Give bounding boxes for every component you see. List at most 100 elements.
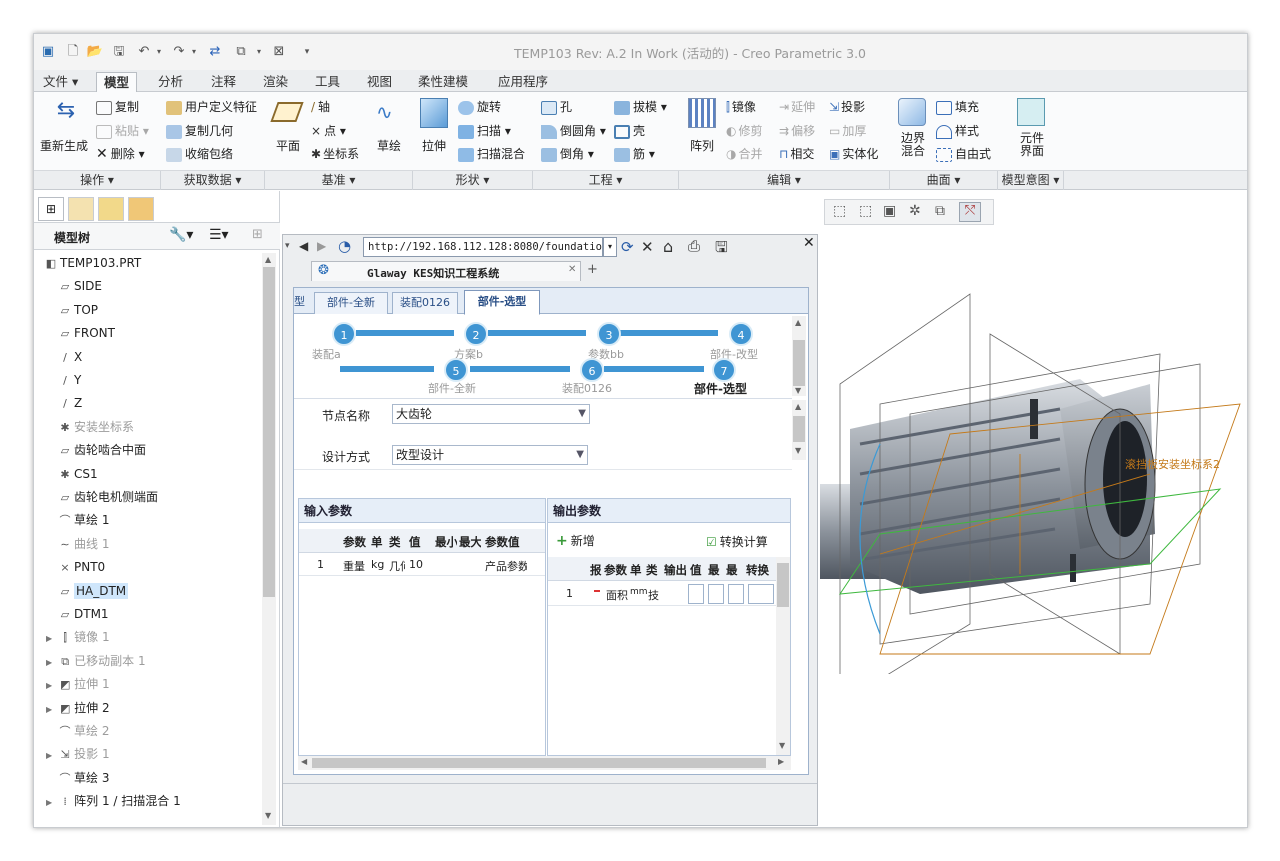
project-button[interactable]: ⇲ 投影 — [829, 98, 865, 115]
step-circle[interactable]: 5 — [444, 358, 468, 382]
model-tree-scrollbar[interactable]: ▲ ▼ — [262, 253, 276, 825]
tree-item[interactable]: ✱ CS1 — [56, 464, 97, 484]
scroll-up-icon[interactable]: ▲ — [265, 255, 271, 264]
tree-item[interactable]: ▶ ◩ 拉伸 2 — [46, 698, 110, 718]
redo-dropdown-icon[interactable]: ▾ — [185, 43, 203, 61]
shell-button[interactable]: 壳 — [614, 122, 645, 139]
history-icon[interactable]: ◔ — [338, 237, 351, 255]
stop-icon[interactable]: ✕ — [641, 238, 654, 256]
pattern-button[interactable]: 阵列 — [690, 137, 714, 154]
favorites-tab-icon[interactable] — [98, 197, 124, 221]
tree-item[interactable]: ∼ 曲线 1 — [56, 534, 109, 554]
folder-browser-tab-icon[interactable] — [68, 197, 94, 221]
page-tab-part-new[interactable]: 部件-全新 — [314, 292, 388, 314]
save-page-icon[interactable]: 🖫 — [715, 237, 728, 262]
copy-button[interactable]: 复制 — [96, 98, 139, 115]
expand-arrow-icon[interactable]: ▶ — [46, 634, 52, 643]
tree-item[interactable]: ◧ TEMP103.PRT — [42, 253, 141, 273]
extrude-button[interactable]: 拉伸 — [422, 137, 446, 154]
hscroll-right-icon[interactable]: ▶ — [778, 757, 784, 766]
tree-filter-icon[interactable]: ⊞ — [252, 227, 263, 242]
output-scroll-down-icon[interactable]: ▼ — [779, 741, 785, 750]
display-style-icon[interactable]: ⧉ — [935, 203, 945, 219]
design-mode-select[interactable]: 改型设计 ▼ — [392, 445, 588, 465]
browser-tab-close-icon[interactable]: ✕ — [568, 264, 576, 275]
form-scroll-thumb[interactable] — [793, 416, 805, 442]
freestyle-button[interactable]: 自由式 — [936, 145, 991, 162]
input-col-param-value[interactable]: 参数值 — [485, 534, 520, 550]
fill-button[interactable]: 填充 — [936, 98, 979, 115]
group-model-intent[interactable]: 模型意图 ▾ — [998, 171, 1064, 190]
scroll-down-icon[interactable]: ▼ — [265, 811, 271, 820]
rib-button[interactable]: 筋 ▾ — [614, 145, 655, 162]
regenerate-icon[interactable]: ⇄ — [206, 43, 224, 61]
tree-item[interactable]: ▱ TOP — [56, 300, 98, 320]
page-hscrollbar[interactable]: ◀ ▶ — [298, 756, 791, 770]
tree-item[interactable]: ⌒ 草绘 1 — [56, 510, 110, 530]
tree-item[interactable]: / X — [56, 347, 82, 367]
open-folder-icon[interactable]: 📂 — [86, 43, 104, 61]
output-scroll-thumb[interactable] — [777, 563, 789, 607]
tree-item[interactable]: ✱ 安装坐标系 — [56, 417, 134, 437]
extrude-icon[interactable] — [420, 98, 448, 128]
page-tab-assembly[interactable]: 装配0126 — [392, 292, 458, 314]
app-logo-icon[interactable]: ▣ — [39, 43, 57, 61]
delete-button[interactable]: ✕ 删除 ▾ — [96, 145, 145, 162]
step-circle[interactable]: 2 — [464, 322, 488, 346]
group-datum[interactable]: 基准 ▾ — [265, 171, 413, 190]
regenerate-big-icon[interactable]: ⇆ — [50, 98, 82, 128]
input-col-unit[interactable]: 单 — [371, 534, 383, 550]
wizard-scroll-up-icon[interactable]: ▲ — [795, 318, 801, 327]
expand-arrow-icon[interactable]: ▶ — [46, 681, 52, 690]
zoom-out-icon[interactable]: ▣ — [883, 203, 896, 219]
group-shapes[interactable]: 形状 ▾ — [413, 171, 533, 190]
style-button[interactable]: 样式 — [936, 122, 979, 139]
output-value-input[interactable] — [688, 584, 704, 604]
new-file-icon[interactable]: 🗋 — [64, 43, 82, 61]
convert-calc-button[interactable]: ☑ 转换计算 — [706, 533, 768, 550]
step-label[interactable]: 装配a — [312, 346, 341, 362]
zoom-in-icon[interactable]: ⬚ — [859, 203, 872, 219]
tree-settings-icon[interactable]: 🔧▾ — [169, 227, 193, 243]
step-circle[interactable]: 4 — [729, 322, 753, 346]
tab-model[interactable]: 模型 — [96, 72, 138, 93]
chamfer-button[interactable]: 倒角 ▾ — [541, 145, 594, 162]
tree-item[interactable]: ▱ FRONT — [56, 323, 115, 343]
hole-button[interactable]: 孔 — [541, 98, 572, 115]
output-col-unit[interactable]: 单 — [630, 562, 642, 578]
component-interface-icon[interactable] — [1017, 98, 1045, 126]
form-scroll-up-icon[interactable]: ▲ — [795, 402, 801, 411]
windows-icon[interactable]: ⧉ — [232, 43, 250, 61]
tab-applications[interactable]: 应用程序 — [491, 72, 555, 92]
step-circle[interactable]: 3 — [597, 322, 621, 346]
output-col-convert[interactable]: 转换 — [746, 562, 776, 578]
component-interface-button[interactable]: 元件界面 — [1017, 132, 1047, 158]
output-max-input[interactable] — [728, 584, 744, 604]
forward-icon[interactable]: ▶ — [317, 239, 326, 253]
udf-button[interactable]: 用户定义特征 — [166, 98, 257, 115]
output-col-max[interactable]: 最 — [726, 562, 738, 578]
model-viewport[interactable]: 滚挡板安装坐标系2 — [820, 234, 1248, 674]
csys-annotation[interactable]: 滚挡板安装坐标系2 — [1125, 457, 1220, 471]
intersect-button[interactable]: ⊓ 相交 — [779, 145, 814, 162]
expand-arrow-icon[interactable]: ▶ — [46, 751, 52, 760]
tab-flexible-modeling[interactable]: 柔性建模 — [411, 72, 475, 92]
close-window-icon[interactable]: ⊠ — [270, 43, 288, 61]
wizard-scrollbar[interactable]: ▲ ▼ — [792, 316, 806, 396]
copy-geometry-button[interactable]: 复制几何 — [166, 122, 233, 139]
tree-columns-icon[interactable]: ☰▾ — [209, 227, 229, 243]
paste-button[interactable]: 粘贴 ▾ — [96, 122, 149, 139]
repaint-icon[interactable]: ✲ — [909, 203, 921, 219]
print-icon[interactable]: ⎙ — [688, 237, 700, 255]
form-scrollbar[interactable]: ▲ ▼ — [792, 400, 806, 460]
refresh-icon[interactable]: ⟳ — [621, 238, 634, 256]
group-surfaces[interactable]: 曲面 ▾ — [890, 171, 998, 190]
refit-icon[interactable]: ⬚ — [833, 203, 846, 219]
expand-arrow-icon[interactable]: ▶ — [46, 658, 52, 667]
save-icon[interactable]: 🖫 — [110, 43, 128, 61]
table-row[interactable]: 1 面积 mm 技 — [548, 582, 776, 606]
page-tab-part-select[interactable]: 部件-选型 — [464, 290, 540, 315]
swept-blend-button[interactable]: 扫描混合 — [458, 145, 525, 162]
table-row[interactable]: 1 重量 kg 几何 10 产品参数 — [299, 554, 545, 576]
solidify-button[interactable]: ▣ 实体化 — [829, 145, 878, 162]
